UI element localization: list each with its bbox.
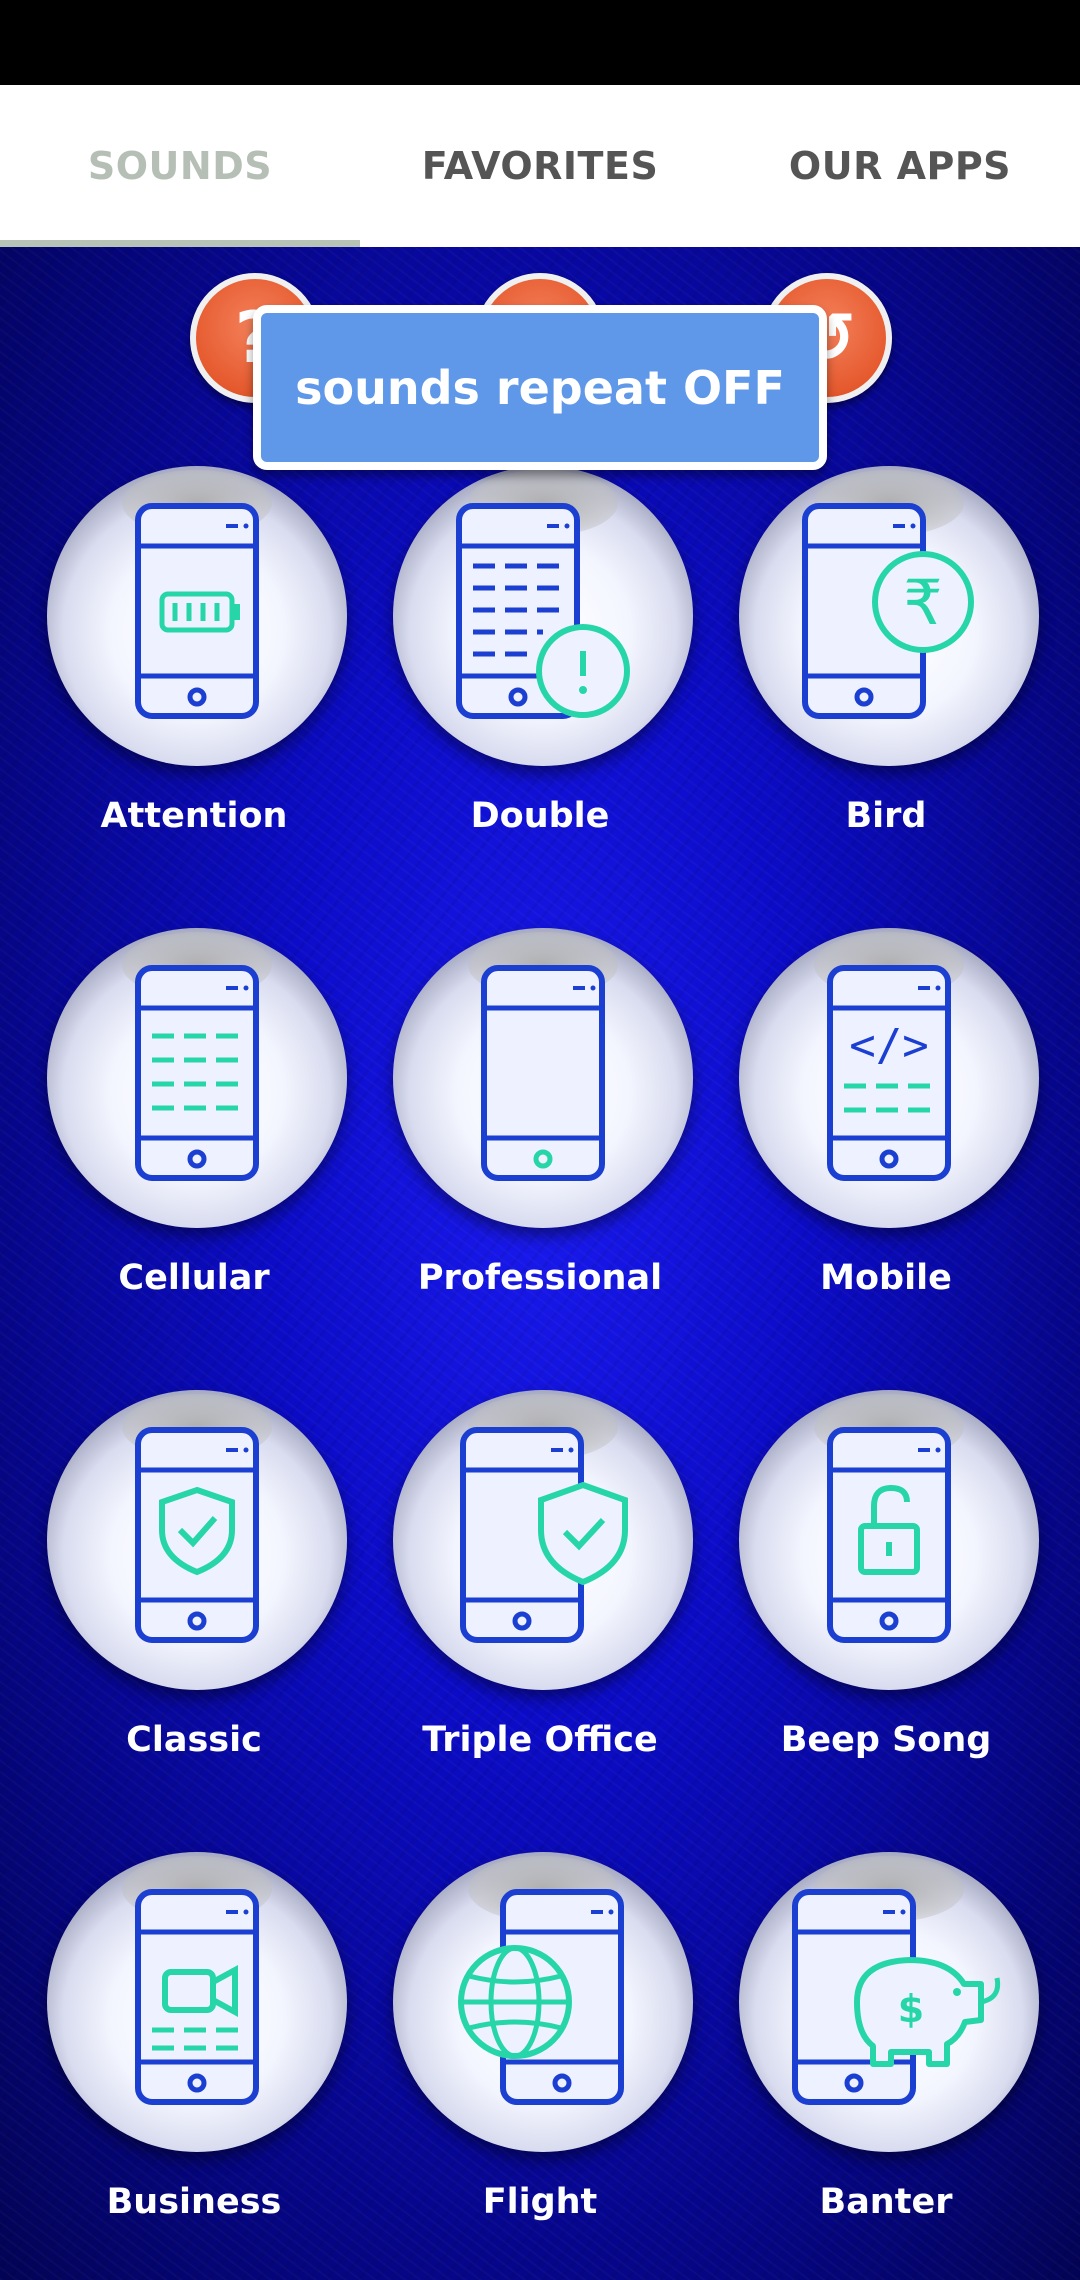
sound-play-button[interactable] xyxy=(393,1852,693,2152)
sound-label: Classic xyxy=(126,1720,262,1760)
sound-play-button[interactable] xyxy=(393,928,693,1228)
sounds-grid-area: Attention Double ₹ Bird Cellular Profess… xyxy=(0,247,1080,2280)
sound-label: Beep Song xyxy=(780,1720,992,1760)
sound-play-button[interactable]: ₹ xyxy=(739,466,1039,766)
sound-play-button[interactable] xyxy=(739,1390,1039,1690)
phone-text-icon xyxy=(135,965,259,1181)
svg-text:$: $ xyxy=(898,1987,924,2031)
sound-label: Business xyxy=(106,2182,282,2222)
svg-text:</>: </> xyxy=(849,1020,928,1071)
sound-play-button[interactable]: </> xyxy=(739,928,1039,1228)
tab-sounds[interactable]: SOUNDS xyxy=(0,85,360,247)
phone-globe-icon xyxy=(458,1889,624,2105)
sound-label: Mobile xyxy=(820,1258,952,1298)
phone-code-icon: </> xyxy=(827,965,951,1181)
svg-text:₹: ₹ xyxy=(903,566,942,639)
sound-label: Attention xyxy=(100,796,288,836)
phone-alert-icon xyxy=(456,503,630,719)
sound-label: Bird xyxy=(845,796,927,836)
tab-our-apps[interactable]: OUR APPS xyxy=(720,85,1080,247)
toast-message: sounds repeat OFF xyxy=(253,305,827,470)
phone-unlock-icon xyxy=(827,1427,951,1643)
tab-favorites[interactable]: FAVORITES xyxy=(360,85,720,247)
phone-video-icon xyxy=(135,1889,259,2105)
sound-play-button[interactable] xyxy=(393,466,693,766)
sound-play-button[interactable] xyxy=(47,928,347,1228)
tab-bar: SOUNDS FAVORITES OUR APPS xyxy=(0,85,1080,247)
sound-label: Flight xyxy=(482,2182,598,2222)
phone-shield-check-icon xyxy=(460,1427,628,1643)
phone-icon xyxy=(481,965,605,1181)
phone-shield-icon xyxy=(135,1427,259,1643)
status-bar xyxy=(0,0,1080,85)
sound-play-button[interactable]: $ xyxy=(739,1852,1039,2152)
phone-rupee-icon: ₹ xyxy=(802,503,974,719)
sound-play-button[interactable] xyxy=(47,466,347,766)
sound-label: Professional xyxy=(417,1258,663,1298)
sound-label: Double xyxy=(470,796,610,836)
sound-play-button[interactable] xyxy=(47,1852,347,2152)
sound-label: Cellular xyxy=(118,1258,270,1298)
sound-play-button[interactable] xyxy=(393,1390,693,1690)
toast-text: sounds repeat OFF xyxy=(295,360,785,415)
phone-piggy-bank-icon: $ xyxy=(792,1889,1001,2105)
sound-label: Triple Office xyxy=(422,1720,658,1760)
phone-battery-icon xyxy=(135,503,259,719)
sound-label: Banter xyxy=(819,2182,953,2222)
sound-play-button[interactable] xyxy=(47,1390,347,1690)
